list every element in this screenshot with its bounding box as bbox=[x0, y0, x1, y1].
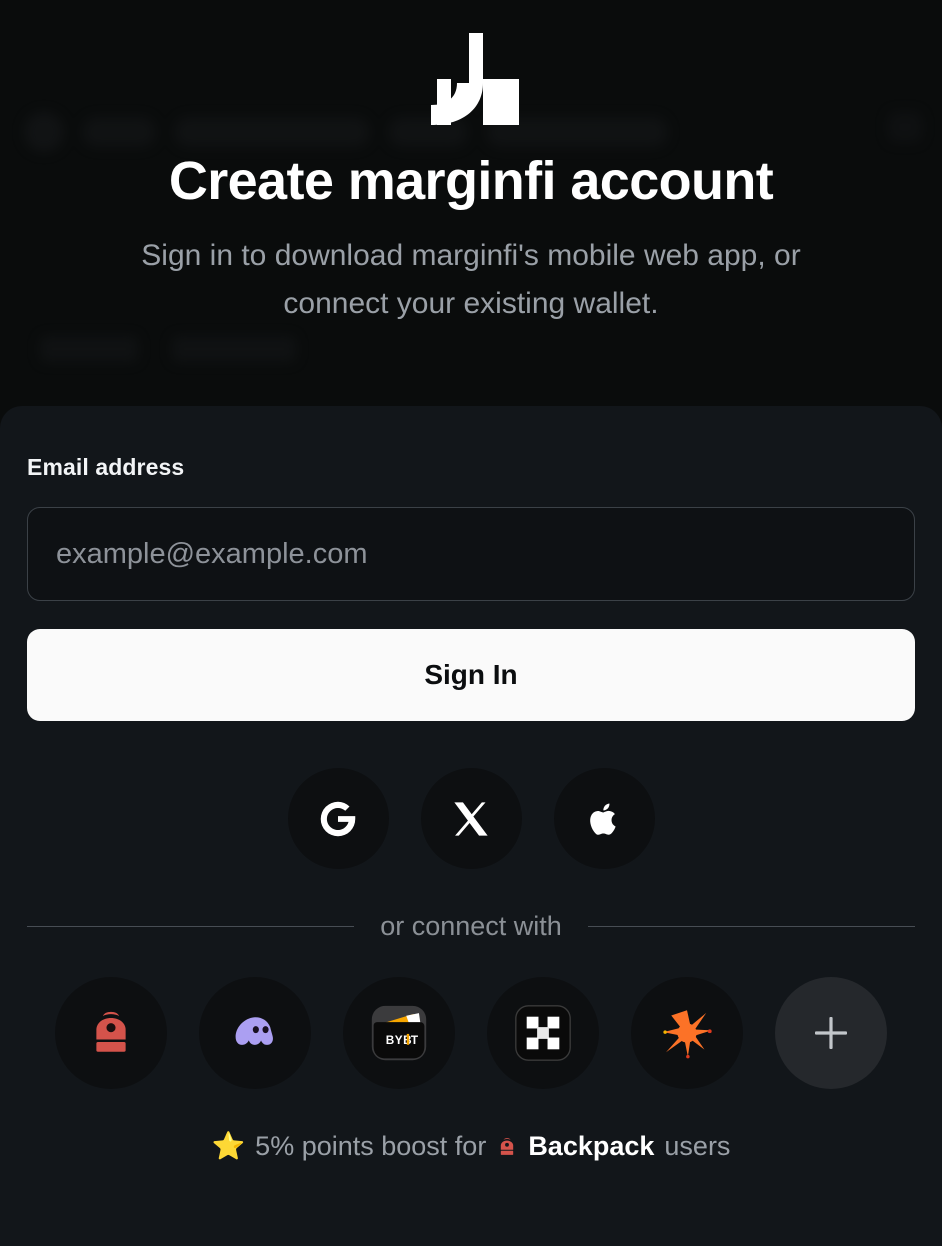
backpack-icon bbox=[85, 1007, 137, 1059]
boost-text-after: users bbox=[664, 1131, 731, 1161]
wallet-button-bybit[interactable]: BYB T bbox=[343, 977, 455, 1089]
x-icon bbox=[450, 798, 492, 840]
solflare-icon bbox=[659, 1005, 715, 1061]
svg-text:T: T bbox=[411, 1034, 419, 1047]
plus-icon bbox=[811, 1013, 851, 1053]
signin-modal-screen: Create marginfi account Sign in to downl… bbox=[0, 0, 942, 1246]
boost-brand: Backpack bbox=[528, 1131, 655, 1161]
sign-in-button[interactable]: Sign In bbox=[27, 629, 915, 721]
divider-label: or connect with bbox=[380, 911, 562, 941]
hero-section: Create marginfi account Sign in to downl… bbox=[0, 0, 942, 406]
bybit-icon: BYB T bbox=[370, 1004, 428, 1062]
wallet-button-backpack[interactable] bbox=[55, 977, 167, 1089]
google-icon bbox=[315, 796, 361, 842]
wallet-button-phantom[interactable] bbox=[199, 977, 311, 1089]
okx-icon bbox=[514, 1004, 572, 1062]
email-label: Email address bbox=[27, 454, 185, 480]
signin-panel: Email address Sign In bbox=[0, 406, 942, 1246]
apple-icon bbox=[583, 798, 625, 840]
wallet-button-more[interactable] bbox=[775, 977, 887, 1089]
wallet-button-solflare[interactable] bbox=[631, 977, 743, 1089]
divider-or-connect-with: or connect with bbox=[27, 911, 915, 942]
wallet-button-okx[interactable] bbox=[487, 977, 599, 1089]
wallet-provider-row: BYB T bbox=[27, 977, 915, 1089]
email-input[interactable] bbox=[27, 507, 915, 601]
points-boost-note: ⭐ 5% points boost for Backpack users bbox=[27, 1131, 915, 1162]
boost-text-before: 5% points boost for bbox=[255, 1131, 487, 1161]
divider-line-right bbox=[587, 926, 915, 927]
marginfi-logo bbox=[423, 33, 519, 125]
page-title: Create marginfi account bbox=[168, 151, 774, 211]
divider-line-left bbox=[27, 926, 355, 927]
star-icon: ⭐ bbox=[211, 1131, 246, 1161]
social-signin-x[interactable] bbox=[420, 768, 522, 869]
page-subtitle: Sign in to download marginfi's mobile we… bbox=[141, 238, 801, 320]
backpack-icon bbox=[496, 1134, 518, 1160]
social-signin-google[interactable] bbox=[287, 768, 389, 869]
phantom-icon bbox=[228, 1006, 282, 1060]
social-provider-row bbox=[27, 768, 915, 869]
social-signin-apple[interactable] bbox=[553, 768, 655, 869]
